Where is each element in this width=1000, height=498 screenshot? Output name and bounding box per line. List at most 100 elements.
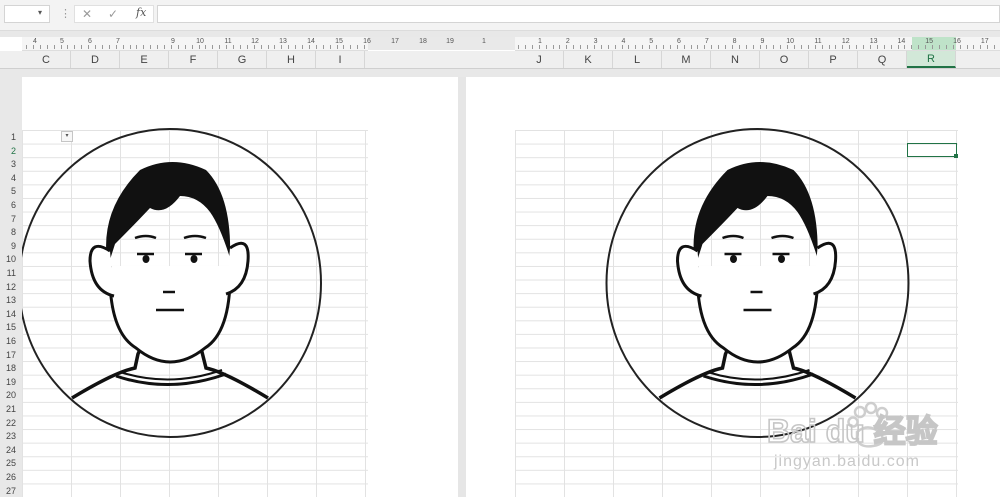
ruler-tick [614, 45, 616, 49]
check-icon[interactable]: ✓ [108, 7, 118, 21]
ruler-tick [184, 45, 186, 49]
column-header-e[interactable]: E [120, 51, 169, 68]
row-header-23[interactable]: 23 [0, 430, 18, 443]
ruler-tick [191, 45, 193, 49]
column-header-d[interactable]: D [71, 51, 120, 68]
drag-handle-icon[interactable]: ⋮ [60, 7, 71, 20]
column-header-f[interactable]: F [169, 51, 218, 68]
fill-handle[interactable] [954, 154, 958, 158]
ruler-number: 10 [786, 38, 795, 45]
column-header-g[interactable]: G [218, 51, 267, 68]
ruler-tick [150, 45, 152, 49]
row-header-11[interactable]: 11 [0, 267, 18, 280]
watermark-url: jingyan.baidu.com [774, 453, 920, 470]
ruler-number: 17 [980, 38, 989, 45]
ruler-number: 11 [814, 38, 822, 45]
row-header-15[interactable]: 15 [0, 321, 18, 334]
ruler-tick [177, 45, 179, 49]
close-icon[interactable]: ✕ [82, 7, 92, 21]
ruler-tick [136, 45, 138, 49]
row-header-25[interactable]: 25 [0, 457, 18, 470]
row-header-24[interactable]: 24 [0, 444, 18, 457]
row-header-26[interactable]: 26 [0, 471, 18, 484]
selected-cell[interactable] [907, 143, 957, 157]
ruler-number: 15 [925, 38, 934, 45]
ruler-tick [690, 45, 692, 49]
row-header-5[interactable]: 5 [0, 185, 18, 198]
row-header-18[interactable]: 18 [0, 362, 18, 375]
row-header-3[interactable]: 3 [0, 158, 18, 171]
header-divider [0, 69, 1000, 77]
ruler-tick [212, 45, 214, 49]
ruler-tick [628, 45, 630, 49]
ruler-number: 7 [116, 38, 120, 45]
ruler-tick [925, 45, 927, 49]
column-header-j[interactable]: J [515, 51, 564, 68]
ruler-number: 14 [897, 38, 906, 45]
ruler-tick [642, 45, 644, 49]
name-box[interactable] [4, 5, 50, 23]
row-header-8[interactable]: 8 [0, 226, 18, 239]
row-header-7[interactable]: 7 [0, 213, 18, 226]
column-header-l[interactable]: L [613, 51, 662, 68]
ruler-tick [635, 45, 637, 49]
ruler-tick [593, 45, 595, 49]
ruler-tick [842, 45, 844, 49]
row-header-21[interactable]: 21 [0, 403, 18, 416]
ruler-tick [46, 45, 48, 49]
ruler-tick [932, 45, 933, 49]
ruler-tick [952, 45, 954, 49]
ruler-tick [60, 45, 62, 49]
ruler-number: 12 [841, 38, 850, 45]
column-header-k[interactable]: K [564, 51, 613, 68]
ruler-number: 5 [60, 38, 64, 45]
column-header-i[interactable]: I [316, 51, 365, 68]
row-header-4[interactable]: 4 [0, 172, 18, 185]
ruler-tick [170, 45, 172, 49]
ruler-tick [32, 45, 34, 49]
row-header-16[interactable]: 16 [0, 335, 18, 348]
column-header-c[interactable]: C [22, 51, 71, 68]
ruler-tick [662, 45, 664, 49]
column-header-o[interactable]: O [760, 51, 809, 68]
formula-input[interactable] [157, 5, 1000, 23]
row-header-19[interactable]: 19 [0, 376, 18, 389]
row-header-9[interactable]: 9 [0, 240, 18, 253]
ruler-tick [828, 45, 830, 49]
column-header-n[interactable]: N [711, 51, 760, 68]
ruler-tick [267, 45, 269, 49]
row-header-12[interactable]: 12 [0, 281, 18, 294]
row-header-2[interactable]: 2 [0, 145, 18, 158]
ruler-tick [897, 45, 899, 49]
column-header-r[interactable]: R [907, 51, 956, 68]
row-header-10[interactable]: 10 [0, 253, 18, 266]
row-header-22[interactable]: 22 [0, 417, 18, 430]
row-header-20[interactable]: 20 [0, 389, 18, 402]
row-header-14[interactable]: 14 [0, 308, 18, 321]
ruler-tick [205, 45, 207, 49]
row-header-6[interactable]: 6 [0, 199, 18, 212]
row-header-17[interactable]: 17 [0, 349, 18, 362]
row-header-27[interactable]: 27 [0, 485, 18, 498]
ruler-tick [67, 45, 69, 49]
ruler-tick [573, 45, 575, 49]
column-header-p[interactable]: P [809, 51, 858, 68]
column-header-m[interactable]: M [662, 51, 711, 68]
column-header-h[interactable]: H [267, 51, 316, 68]
ruler-tick [814, 45, 816, 49]
chevron-down-icon[interactable]: ▾ [38, 8, 42, 17]
row-header-13[interactable]: 13 [0, 294, 18, 307]
column-header-q[interactable]: Q [858, 51, 907, 68]
ruler-tick [711, 45, 713, 49]
watermark-brand: Bai du 经验 [767, 413, 938, 449]
portrait-image-left[interactable] [20, 126, 325, 441]
ruler-number: 15 [335, 38, 343, 45]
ruler-tick [545, 45, 547, 49]
portrait-image-right[interactable] [604, 126, 916, 441]
fx-icon[interactable]: fx [136, 6, 146, 19]
ruler-tick [621, 45, 623, 49]
ruler-tick [219, 45, 221, 49]
ruler-tick [697, 45, 699, 49]
ruler-tick [987, 45, 989, 49]
row-header-1[interactable]: 1 [0, 131, 18, 144]
